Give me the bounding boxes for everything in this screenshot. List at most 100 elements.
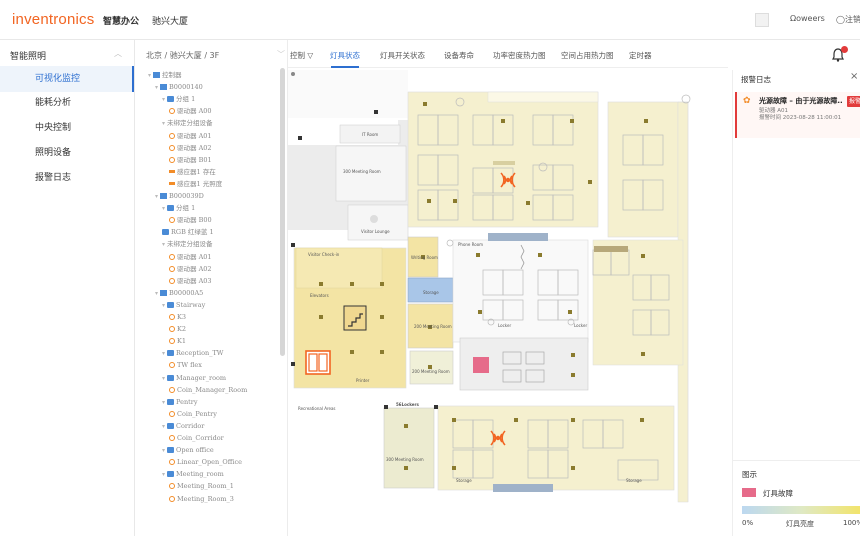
tree-node[interactable]: 驱动器 B00 (169, 216, 212, 225)
chevron-down-icon[interactable]: ﹀ (277, 49, 285, 60)
close-icon[interactable]: × (850, 71, 858, 82)
label-visitor-check-in: Visitor Check-in (308, 252, 340, 257)
tree-node-label: TW flex (177, 361, 202, 370)
tab-light-status[interactable]: 灯具状态 (330, 50, 360, 61)
tree-node[interactable]: K2 (169, 325, 186, 334)
tree-node[interactable]: ▾ 分组 1 (162, 95, 195, 104)
label-storage-east: Storage (626, 478, 642, 483)
sidebar-item-central-control[interactable]: 中央控制 (0, 115, 134, 141)
tree-node[interactable]: 驱动器 A02 (169, 144, 212, 153)
tree-node[interactable]: ▾ Reception_TW (162, 349, 223, 358)
expand-caret-icon[interactable]: ▾ (155, 193, 158, 200)
tree-node[interactable]: 感应器1 存在 (169, 168, 216, 177)
open-office-east (607, 101, 679, 238)
tree-node-label: 驱动器 A02 (177, 143, 212, 152)
tree-node[interactable]: 驱动器 A01 (169, 253, 212, 262)
tree-node[interactable]: 驱动器 A00 (169, 107, 212, 116)
expand-caret-icon[interactable]: ▾ (162, 447, 165, 454)
chevron-up-icon[interactable]: ︿ (114, 48, 122, 59)
expand-caret-icon[interactable]: ▾ (155, 84, 158, 91)
tree-node[interactable]: TW flex (169, 361, 202, 370)
alarm-status-badge: 报警 (847, 96, 860, 107)
alarm-entry[interactable]: ✿ 光源故障 – 由于光源故障... 驱动器 A01 报警时间 2023-08-… (735, 92, 860, 138)
sidebar-item-energy[interactable]: 能耗分析 (0, 90, 134, 116)
building-selector[interactable]: 驰兴大厦 (152, 14, 188, 27)
tree-node-label: Coin_Manager_Room (177, 385, 248, 394)
tree-node[interactable]: Coin_Manager_Room (169, 386, 247, 395)
tab-timer[interactable]: 定时器 (629, 50, 652, 61)
label-lockers: 56Lockers (396, 402, 419, 407)
sidebar-item-devices[interactable]: 照明设备 (0, 140, 134, 166)
tree-node[interactable]: 感应器1 光照度 (169, 180, 222, 189)
brand-logo[interactable]: inventronics (12, 11, 94, 28)
label-storage: Storage (423, 290, 439, 295)
screen-toggle-icon[interactable] (755, 13, 769, 27)
tab-switch-status[interactable]: 灯具开关状态 (380, 50, 425, 61)
tree-node-label: B00000A5 (169, 288, 204, 297)
folder-icon (167, 301, 175, 308)
tree-node[interactable]: ▾ B0000140 (155, 83, 203, 92)
menu-header[interactable]: 智能照明 (10, 49, 46, 62)
expand-caret-icon[interactable]: ▾ (162, 375, 165, 382)
tree-node[interactable]: RGB 红绿蓝 1 (162, 228, 214, 237)
user-menu[interactable]: Ωoweers (790, 14, 825, 23)
expand-caret-icon[interactable]: ▾ (162, 205, 165, 212)
sidebar-item-alarm-log[interactable]: 报警日志 (0, 165, 134, 191)
folder-icon (167, 471, 175, 478)
tree-node[interactable]: ▾ 未绑定分组设备 (162, 240, 213, 249)
tree-node[interactable]: ▾ Meeting_room (162, 470, 224, 479)
tab-bar: 控制 ▽ 灯具状态 灯具开关状态 设备寿命 功率密度热力图 空间占用热力图 定时… (288, 40, 728, 68)
expand-caret-icon[interactable]: ▾ (155, 290, 158, 297)
tree-node-label: K3 (177, 313, 186, 321)
location-selector[interactable]: 北京 / 驰兴大厦 / 3F (146, 50, 219, 61)
tree-node[interactable]: ▾ Manager_room (162, 374, 226, 383)
label-phone-room: Phone Room (458, 242, 483, 247)
locker-area (452, 239, 589, 343)
floor-plan-map[interactable]: IT Room 300 Meeting Room Visitor Lounge … (288, 70, 728, 510)
tree-node[interactable]: Coin_Corridor (169, 434, 224, 443)
tree-node[interactable]: ▾ Stairway (162, 301, 205, 310)
bulb-icon (169, 132, 175, 139)
tree-scrollbar[interactable] (280, 68, 285, 356)
tree-node[interactable]: ▾ Corridor (162, 422, 204, 431)
sidebar-item-monitor[interactable]: 可视化监控 (0, 66, 134, 92)
sensor-icon (169, 181, 175, 185)
tree-node[interactable]: 驱动器 A02 (169, 265, 212, 274)
tree-node-label: 驱动器 B00 (177, 216, 212, 225)
tree-node[interactable]: ▾ 控制器 (148, 71, 182, 80)
tree-node[interactable]: ▾ 未绑定分组设备 (162, 119, 213, 128)
expand-caret-icon[interactable]: ▾ (148, 72, 151, 79)
tree-node[interactable]: 驱动器 B01 (169, 156, 212, 165)
tab-control[interactable]: 控制 ▽ (290, 50, 313, 61)
tree-node[interactable]: 驱动器 A03 (169, 277, 212, 286)
tree-node[interactable]: Meeting_Room_3 (169, 495, 234, 504)
tree-node[interactable]: Meeting_Room_1 (169, 482, 234, 491)
tree-node[interactable]: ▾ Open office (162, 446, 214, 455)
logout-button[interactable]: ◯注销 (836, 14, 860, 25)
tree-node[interactable]: K3 (169, 313, 186, 322)
expand-caret-icon[interactable]: ▾ (162, 423, 165, 430)
brightness-gradient (742, 506, 860, 514)
tab-occupancy-heatmap[interactable]: 空间占用热力图 (561, 50, 614, 61)
expand-caret-icon[interactable]: ▾ (162, 120, 165, 127)
expand-caret-icon[interactable]: ▾ (162, 96, 165, 103)
tree-node-label: 未绑定分组设备 (167, 119, 213, 128)
tree-node[interactable]: ▾ B00000A5 (155, 289, 203, 298)
tree-node-label: Meeting_Room_1 (177, 482, 234, 491)
tab-device-life[interactable]: 设备寿命 (444, 50, 474, 61)
tree-node[interactable]: Linear_Open_Office (169, 458, 242, 467)
meeting-room-300-south (383, 407, 435, 489)
expand-caret-icon[interactable]: ▾ (162, 350, 165, 357)
tree-node[interactable]: Coin_Pentry (169, 410, 217, 419)
expand-caret-icon[interactable]: ▾ (162, 302, 165, 309)
tree-node[interactable]: ▾ B000039D (155, 192, 204, 201)
expand-caret-icon[interactable]: ▾ (162, 399, 165, 406)
expand-caret-icon[interactable]: ▾ (162, 241, 165, 248)
product-name[interactable]: 智慧办公 (103, 14, 139, 27)
tab-power-heatmap[interactable]: 功率密度热力图 (493, 50, 546, 61)
tree-node[interactable]: 驱动器 A01 (169, 132, 212, 141)
tree-node[interactable]: ▾ 分组 1 (162, 204, 195, 213)
expand-caret-icon[interactable]: ▾ (162, 471, 165, 478)
tree-node[interactable]: ▾ Pentry (162, 398, 198, 407)
tree-node[interactable]: K1 (169, 337, 186, 346)
